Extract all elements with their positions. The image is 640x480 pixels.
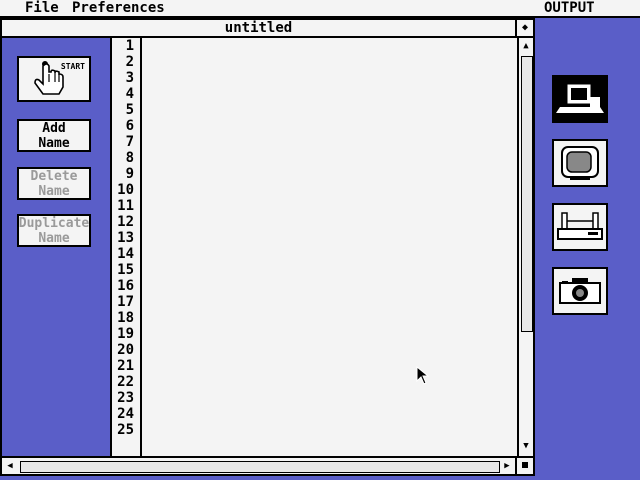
close-box[interactable]: ◆ [515,20,533,36]
line-number: 8 [125,150,134,166]
duplicate-name-label-2: Name [38,230,70,246]
line-number: 18 [117,310,134,326]
monitor-icon [561,146,599,180]
scroll-up-icon[interactable]: ▲ [519,38,533,54]
scroll-down-icon[interactable]: ▼ [519,438,533,454]
line-number: 7 [125,134,134,150]
menu-file[interactable]: File [25,0,59,17]
line-number: 20 [117,342,134,358]
resize-box[interactable] [515,458,533,474]
delete-name-label-1: Delete [30,168,78,184]
output-printer[interactable] [552,203,608,251]
line-number: 3 [125,70,134,86]
output-camera[interactable] [552,267,608,315]
line-number: 15 [117,262,134,278]
mouse-pointer-icon [416,366,430,385]
line-number: 5 [125,102,134,118]
menu-bar: File Preferences OUTPUT [0,0,640,18]
delete-name-button[interactable]: Delete Name [17,167,91,200]
start-button[interactable]: START [17,56,91,102]
line-number: 2 [125,54,134,70]
line-number: 17 [117,294,134,310]
title-bar[interactable]: untitled ◆ [2,20,533,38]
line-number: 9 [125,166,134,182]
computer-icon [556,84,604,113]
duplicate-name-button[interactable]: Duplicate Name [17,214,91,247]
camera-icon [559,278,601,304]
horizontal-scroll-track[interactable] [20,461,500,473]
line-number: 24 [117,406,134,422]
line-number: 23 [117,390,134,406]
line-number: 16 [117,278,134,294]
menu-preferences[interactable]: Preferences [72,0,165,17]
add-name-button[interactable]: Add Name [17,119,91,152]
line-number: 6 [125,118,134,134]
output-monitor[interactable] [552,139,608,187]
window-title: untitled [224,20,293,36]
line-number: 14 [117,246,134,262]
output-computer[interactable] [552,75,608,123]
vertical-scroll-track[interactable] [521,56,533,332]
line-number: 22 [117,374,134,390]
scroll-left-icon[interactable]: ◀ [2,458,18,474]
line-number: 25 [117,422,134,438]
vertical-scrollbar[interactable]: ▲ ▼ [517,38,533,456]
line-number-gutter: 1 2 3 4 5 6 7 8 9 10 11 12 13 14 15 16 17 18 19 20 21 22 23 24 2… [110,38,142,456]
line-number: 4 [125,86,134,102]
line-number: 1 [125,38,134,54]
diamond-icon: ◆ [521,22,529,33]
text-editor-area[interactable] [142,38,517,456]
editor-window: untitled ◆ START Add Name Delete Name Du… [0,18,535,476]
line-number: 10 [117,182,134,198]
output-label: OUTPUT [544,0,595,16]
line-number: 19 [117,326,134,342]
line-number: 21 [117,358,134,374]
horizontal-scrollbar[interactable]: ◀ ▶ [2,456,533,474]
delete-name-label-2: Name [38,183,70,199]
line-number: 13 [117,230,134,246]
action-panel: START Add Name Delete Name Duplicate Nam… [2,38,110,456]
scroll-right-icon[interactable]: ▶ [499,458,515,474]
pointing-hand-icon [34,61,64,95]
line-number: 12 [117,214,134,230]
add-name-label-2: Name [38,135,70,151]
printer-icon [557,212,603,240]
line-number: 11 [117,198,134,214]
add-name-label-1: Add [42,120,66,136]
duplicate-name-label-1: Duplicate [18,215,90,231]
